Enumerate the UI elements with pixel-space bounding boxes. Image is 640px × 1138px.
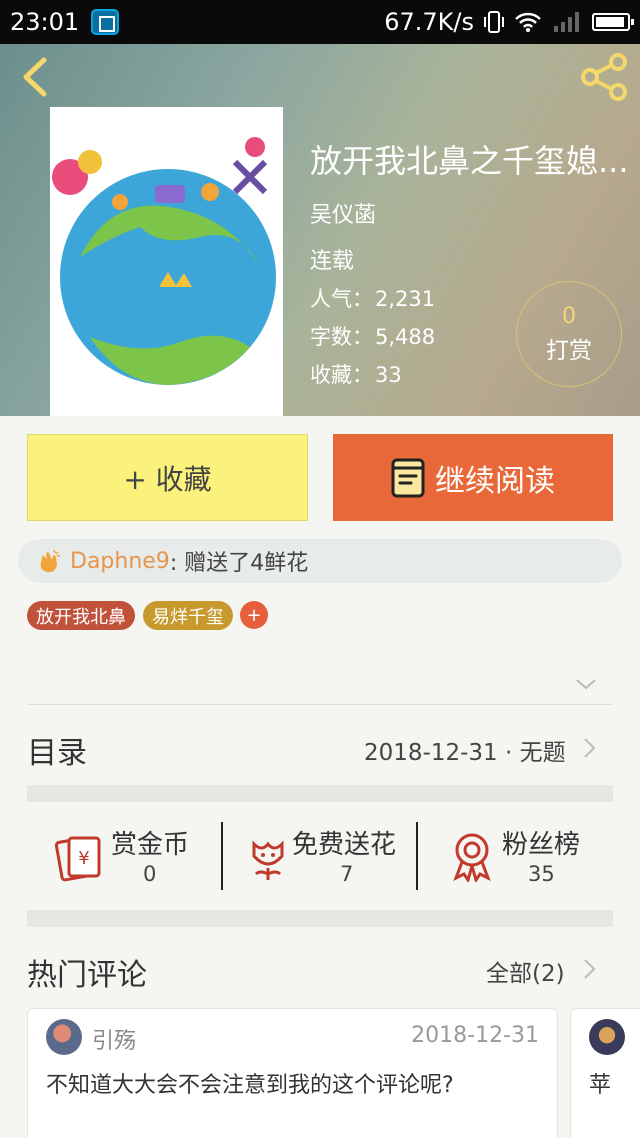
continue-reading-button[interactable]: 继续阅读 (333, 434, 613, 521)
award-ribbon-icon (453, 833, 491, 882)
comment-text: 苹 (589, 1073, 612, 1098)
stats-separator (416, 822, 418, 890)
free-flower-count: 7 (340, 862, 354, 886)
stats-separator (221, 822, 223, 890)
tag-item[interactable]: 放开我北鼻 (27, 601, 135, 630)
clap-icon (40, 549, 60, 573)
gift-banner[interactable]: Daphne9 : 赠送了4鲜花 (18, 539, 622, 583)
section-separator (27, 910, 613, 927)
reward-label: 打赏 (546, 338, 592, 364)
svg-text:¥: ¥ (78, 848, 89, 869)
fan-ranking-item[interactable]: 粉丝榜 35 (450, 820, 600, 892)
book-cover[interactable] (50, 107, 283, 416)
book-icon (391, 458, 425, 497)
word-count-value: 5,488 (375, 325, 436, 349)
reward-button[interactable]: 0 打赏 (516, 281, 622, 387)
comment-date: 2018-12-31 (411, 1023, 539, 1048)
divider (27, 704, 613, 705)
continue-reading-label: 继续阅读 (435, 463, 555, 499)
screenshot-icon (91, 9, 120, 35)
vibrate-icon (484, 11, 504, 33)
reward-count: 0 (562, 304, 576, 329)
avatar[interactable] (46, 1019, 82, 1055)
gift-user[interactable]: Daphne9 (70, 549, 170, 574)
favorites-stat: 收藏：33 (310, 359, 402, 389)
popularity-label: 人气： (310, 287, 373, 311)
toc-title[interactable]: 目录 (27, 728, 87, 772)
add-tag-button[interactable]: + (240, 601, 268, 629)
coin-reward-count: 0 (143, 862, 157, 886)
comment-text: 不知道大大会不会注意到我的这个评论呢? (46, 1073, 454, 1098)
hot-comments-title: 热门评论 (27, 958, 147, 993)
gift-message: : 赠送了4鲜花 (169, 551, 309, 576)
net-speed: 67.7K/s (384, 8, 474, 36)
battery-icon (592, 13, 634, 31)
popularity-stat: 人气：2,231 (310, 283, 435, 313)
section-separator (27, 785, 613, 802)
toc-latest-chapter[interactable]: 2018-12-31 · 无题 (364, 733, 566, 767)
fan-ranking-label: 粉丝榜 (502, 830, 581, 860)
chevron-right-icon (584, 738, 596, 758)
coin-envelope-icon: ¥ (55, 836, 101, 882)
free-flower-label: 免费送花 (292, 830, 397, 860)
book-title: 放开我北鼻之千玺媳... (310, 142, 629, 180)
all-comments-link[interactable]: 全部(2) (486, 954, 565, 988)
chevron-down-icon[interactable] (574, 674, 598, 694)
share-icon[interactable] (578, 52, 630, 102)
book-author[interactable]: 吴仪菡 (310, 197, 376, 229)
favorites-label: 收藏： (310, 363, 373, 387)
status-time: 23:01 (10, 8, 80, 36)
free-flower-item[interactable]: 免费送花 7 (244, 820, 414, 892)
popularity-value: 2,231 (375, 287, 436, 311)
comment-card[interactable]: 引殇 2018-12-31 不知道大大会不会注意到我的这个评论呢? (27, 1008, 558, 1138)
word-count-label: 字数： (310, 325, 373, 349)
collect-button[interactable]: + 收藏 (27, 434, 308, 521)
comment-user[interactable]: 引殇 (92, 1023, 136, 1055)
signal-icon (554, 12, 579, 32)
chevron-right-icon (584, 959, 596, 979)
tag-item[interactable]: 易烊千玺 (143, 601, 233, 630)
coin-reward-item[interactable]: ¥ 赏金币 0 (55, 820, 215, 892)
fan-ranking-count: 35 (528, 862, 555, 886)
back-icon[interactable] (14, 54, 54, 100)
avatar[interactable] (589, 1019, 625, 1055)
wifi-icon (515, 12, 541, 32)
word-count-stat: 字数：5,488 (310, 321, 435, 351)
collect-button-label: + 收藏 (123, 462, 212, 496)
status-bar: 23:01 67.7K/s (0, 0, 640, 44)
comment-card[interactable]: 苹 (570, 1008, 640, 1138)
coin-reward-label: 赏金币 (111, 830, 190, 860)
favorites-value: 33 (375, 363, 402, 387)
book-status: 连载 (310, 249, 355, 274)
flower-icon (252, 840, 284, 880)
